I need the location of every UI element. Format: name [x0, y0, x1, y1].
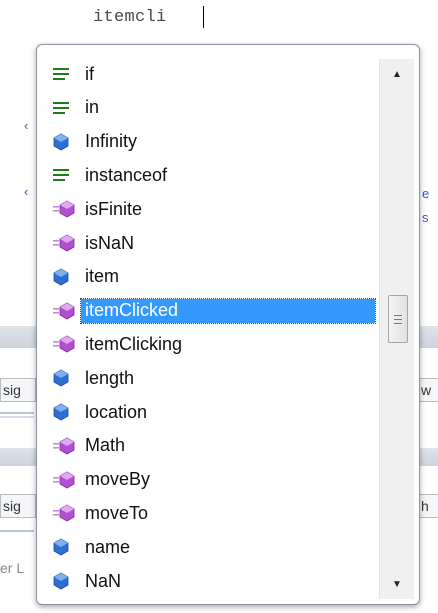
- scrollbar[interactable]: ▲ ▼: [379, 59, 414, 599]
- completion-item-label: moveBy: [85, 469, 151, 490]
- completion-item[interactable]: instanceof: [47, 160, 377, 190]
- completion-item[interactable]: moveTo: [47, 498, 377, 528]
- code-fragment: s: [422, 210, 429, 225]
- completion-item[interactable]: isNaN: [47, 228, 377, 258]
- typed-text: itemcli: [93, 8, 167, 27]
- keyword-icon: [53, 64, 77, 84]
- property-icon: [53, 132, 77, 152]
- code-fragment: e: [422, 186, 430, 201]
- completion-item[interactable]: Math: [47, 431, 377, 461]
- text-caret: [203, 6, 204, 28]
- designer-field: h: [418, 494, 438, 518]
- property-icon: [53, 571, 77, 591]
- completion-item-label: if: [85, 63, 94, 84]
- code-fragment: ‹: [24, 184, 29, 199]
- code-fragment: er L: [0, 560, 25, 576]
- method-icon: [53, 301, 77, 321]
- completion-item[interactable]: itemClicking: [47, 329, 377, 359]
- completion-item[interactable]: item: [47, 262, 377, 292]
- completion-item-label: Infinity: [85, 131, 138, 152]
- completion-item-label: instanceof: [85, 164, 168, 185]
- property-icon: [53, 402, 77, 422]
- completion-item[interactable]: in: [47, 93, 377, 123]
- completion-item[interactable]: location: [47, 397, 377, 427]
- method-icon: [53, 470, 77, 490]
- property-icon: [53, 368, 77, 388]
- method-icon: [53, 233, 77, 253]
- completion-item-label: moveTo: [85, 502, 149, 523]
- property-icon: [53, 537, 77, 557]
- scroll-up-icon[interactable]: ▲: [380, 63, 414, 85]
- completion-item-label: isFinite: [85, 198, 143, 219]
- designer-field: sig: [0, 378, 36, 402]
- scroll-down-icon[interactable]: ▼: [380, 573, 414, 595]
- keyword-icon: [53, 165, 77, 185]
- divider: [0, 530, 34, 532]
- divider: [0, 412, 34, 414]
- completion-item-label: Math: [85, 435, 126, 456]
- completion-item-label: name: [85, 536, 131, 557]
- designer-field: w: [418, 378, 438, 402]
- completion-item[interactable]: name: [47, 532, 377, 562]
- method-icon: [53, 503, 77, 523]
- designer-field: sig: [0, 494, 36, 518]
- scroll-thumb[interactable]: [388, 295, 408, 343]
- completion-item[interactable]: length: [47, 363, 377, 393]
- completion-item[interactable]: moveBy: [47, 465, 377, 495]
- method-icon: [53, 334, 77, 354]
- completion-item-label: isNaN: [85, 232, 135, 253]
- completion-item-label: location: [85, 401, 148, 422]
- method-icon: [53, 436, 77, 456]
- code-fragment: ‹: [24, 118, 29, 133]
- completion-item[interactable]: Infinity: [47, 127, 377, 157]
- completion-popup[interactable]: if in Infinity instanceof isFinite isNaN item i…: [36, 44, 420, 605]
- completion-item-label: itemClicking: [85, 333, 183, 354]
- completion-item-label: itemClicked: [80, 297, 376, 324]
- divider: [0, 416, 34, 418]
- completion-item-label: item: [85, 266, 120, 287]
- grip-icon: [394, 314, 402, 324]
- keyword-icon: [53, 98, 77, 118]
- completion-item-label: NaN: [85, 570, 122, 591]
- completion-item-label: in: [85, 97, 100, 118]
- completion-item[interactable]: isFinite: [47, 194, 377, 224]
- completion-item-label: length: [85, 367, 135, 388]
- completion-item[interactable]: if: [47, 59, 377, 89]
- completion-item[interactable]: NaN: [47, 566, 377, 596]
- property-icon: [53, 267, 77, 287]
- completion-item[interactable]: itemClicked: [47, 296, 377, 326]
- method-icon: [53, 199, 77, 219]
